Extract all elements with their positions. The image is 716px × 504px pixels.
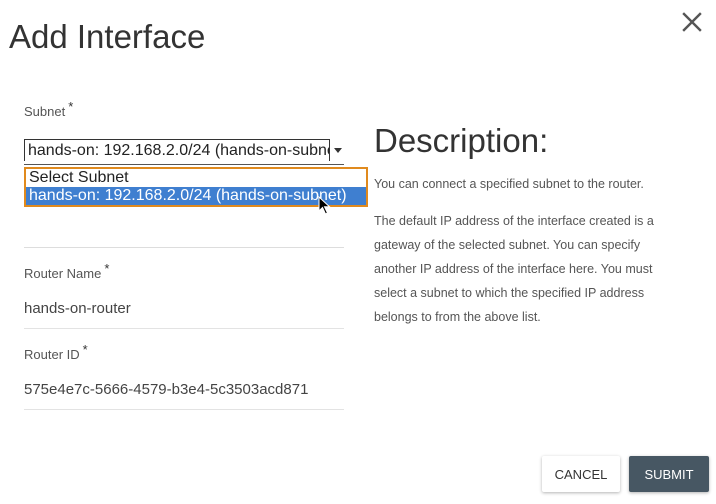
subnet-label-text: Subnet bbox=[24, 104, 66, 119]
close-button[interactable] bbox=[680, 10, 704, 34]
subnet-select-value: hands-on: 192.168.2.0/24 (hands-on-subne… bbox=[24, 139, 330, 161]
description-paragraph: You can connect a specified subnet to th… bbox=[374, 177, 644, 191]
dialog-title: Add Interface bbox=[9, 18, 206, 55]
required-mark: * bbox=[68, 99, 74, 114]
subnet-select[interactable]: hands-on: 192.168.2.0/24 (hands-on-subne… bbox=[24, 137, 344, 165]
description-paragraph: The default IP address of the interface … bbox=[374, 214, 654, 324]
required-mark: * bbox=[82, 342, 88, 357]
subnet-option-placeholder[interactable]: Select Subnet bbox=[26, 169, 366, 187]
router-id-field: 575e4e7c-5666-4579-b3e4-5c3503acd871 bbox=[24, 378, 344, 410]
router-id-label: Router ID * bbox=[24, 342, 88, 362]
mouse-pointer-icon bbox=[318, 196, 331, 215]
subnet-option-hands-on[interactable]: hands-on: 192.168.2.0/24 (hands-on-subne… bbox=[26, 187, 366, 205]
chevron-down-icon bbox=[334, 148, 342, 153]
subnet-label: Subnet * bbox=[24, 99, 73, 119]
submit-button[interactable]: Submit bbox=[629, 456, 709, 492]
close-icon bbox=[682, 12, 702, 32]
cancel-button[interactable]: Cancel bbox=[542, 456, 620, 492]
router-name-label: Router Name * bbox=[24, 261, 109, 281]
divider bbox=[24, 247, 344, 248]
description-title: Description: bbox=[374, 122, 549, 159]
router-name-label-text: Router Name bbox=[24, 266, 102, 281]
router-name-field: hands-on-router bbox=[24, 297, 344, 329]
router-id-label-text: Router ID bbox=[24, 347, 80, 362]
subnet-dropdown-list: Select Subnet hands-on: 192.168.2.0/24 (… bbox=[24, 167, 368, 207]
required-mark: * bbox=[104, 261, 110, 276]
